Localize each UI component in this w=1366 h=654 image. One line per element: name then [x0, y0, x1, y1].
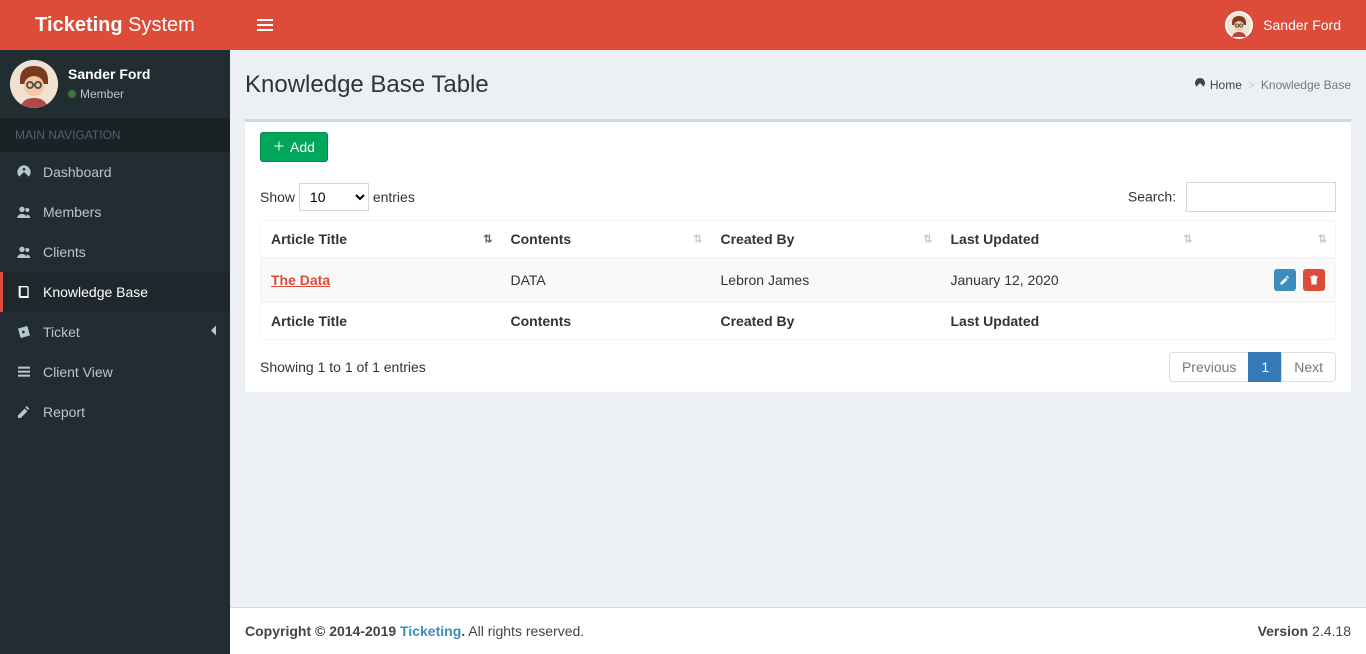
- sidebar-item-members[interactable]: Members: [0, 192, 230, 232]
- cell-contents: DATA: [501, 258, 711, 302]
- col-actions: ⇅: [1201, 221, 1336, 259]
- edit-button[interactable]: [1274, 269, 1296, 291]
- footer-brand-link[interactable]: Ticketing: [400, 623, 461, 639]
- users-icon: [15, 244, 33, 260]
- search-input[interactable]: [1186, 182, 1336, 212]
- avatar-icon: [10, 60, 58, 108]
- avatar-icon: [1225, 11, 1253, 39]
- foot-contents: Contents: [501, 302, 711, 340]
- col-created-by[interactable]: Created By⇅: [711, 221, 941, 259]
- ticket-icon: [15, 324, 33, 340]
- sidebar-item-client-view[interactable]: Client View: [0, 352, 230, 392]
- foot-actions: [1201, 302, 1336, 340]
- book-icon: [15, 284, 33, 300]
- footer-copyright-prefix: Copyright © 2014-2019: [245, 623, 400, 639]
- sort-icon: ⇅: [693, 233, 702, 246]
- user-panel-name: Sander Ford: [68, 66, 150, 83]
- foot-created-by: Created By: [711, 302, 941, 340]
- breadcrumb-home[interactable]: Home: [1194, 77, 1242, 92]
- length-select[interactable]: 10: [299, 183, 369, 211]
- datatable-length: Show 10 entries: [260, 183, 415, 211]
- article-link[interactable]: The Data: [271, 272, 330, 288]
- sidebar-toggle[interactable]: [245, 8, 285, 42]
- pagination-prev[interactable]: Previous: [1169, 352, 1249, 382]
- logo[interactable]: Ticketing System: [0, 0, 230, 50]
- foot-last-updated: Last Updated: [941, 302, 1201, 340]
- foot-article-title: Article Title: [261, 302, 501, 340]
- cell-last-updated: January 12, 2020: [941, 258, 1201, 302]
- sort-icon: ⇅: [483, 233, 492, 246]
- breadcrumb-active: Knowledge Base: [1261, 78, 1351, 92]
- pencil-icon: [1279, 274, 1291, 286]
- logo-light: System: [123, 14, 195, 36]
- col-contents[interactable]: Contents⇅: [501, 221, 711, 259]
- plus-icon: [273, 139, 285, 155]
- pagination: Previous 1 Next: [1170, 352, 1336, 382]
- sidebar-item-label: Members: [43, 204, 101, 220]
- sidebar: Sander Ford Member MAIN NAVIGATION Dashb…: [0, 50, 230, 654]
- delete-button[interactable]: [1303, 269, 1325, 291]
- sort-icon: ⇅: [1318, 233, 1327, 246]
- datatable-search: Search:: [1128, 182, 1336, 212]
- users-icon: [15, 204, 33, 220]
- footer-version-value: 2.4.18: [1308, 623, 1351, 639]
- header-user-name: Sander Ford: [1263, 17, 1341, 33]
- user-panel-status: Member: [68, 87, 150, 101]
- user-panel: Sander Ford Member: [0, 50, 230, 118]
- pagination-page-1[interactable]: 1: [1248, 352, 1282, 382]
- col-last-updated[interactable]: Last Updated⇅: [941, 221, 1201, 259]
- content-box: Add Show 10 entries Search:: [245, 119, 1351, 392]
- col-article-title[interactable]: Article Title⇅: [261, 221, 501, 259]
- table-row: The Data DATA Lebron James January 12, 2…: [261, 258, 1336, 302]
- sidebar-item-ticket[interactable]: Ticket: [0, 312, 230, 352]
- logo-bold: Ticketing: [35, 14, 122, 36]
- sidebar-item-label: Report: [43, 404, 85, 420]
- breadcrumb: Home > Knowledge Base: [1194, 77, 1351, 92]
- sidebar-item-label: Ticket: [43, 324, 80, 340]
- chevron-left-icon: [210, 326, 218, 339]
- footer: Copyright © 2014-2019 Ticketing. All rig…: [230, 607, 1366, 654]
- dashboard-icon: [15, 164, 33, 180]
- sidebar-item-report[interactable]: Report: [0, 392, 230, 432]
- hamburger-icon: [257, 19, 273, 31]
- cell-created-by: Lebron James: [711, 258, 941, 302]
- breadcrumb-separator: >: [1248, 78, 1255, 92]
- footer-rights: All rights reserved.: [468, 623, 584, 639]
- sidebar-item-clients[interactable]: Clients: [0, 232, 230, 272]
- sort-icon: ⇅: [1183, 233, 1192, 246]
- trash-icon: [1308, 274, 1320, 286]
- datatable-info: Showing 1 to 1 of 1 entries: [260, 359, 426, 375]
- add-button[interactable]: Add: [260, 132, 328, 162]
- sidebar-item-label: Dashboard: [43, 164, 112, 180]
- online-dot-icon: [68, 90, 76, 98]
- sidebar-item-label: Client View: [43, 364, 113, 380]
- list-icon: [15, 364, 33, 380]
- sidebar-item-label: Clients: [43, 244, 86, 260]
- sidebar-item-knowledge-base[interactable]: Knowledge Base: [0, 272, 230, 312]
- sidebar-item-label: Knowledge Base: [43, 284, 148, 300]
- sort-icon: ⇅: [923, 233, 932, 246]
- page-title: Knowledge Base Table: [245, 71, 489, 99]
- knowledge-base-table: Article Title⇅ Contents⇅ Created By⇅ Las…: [260, 220, 1336, 340]
- header-user-menu[interactable]: Sander Ford: [1215, 5, 1351, 45]
- edit-icon: [15, 404, 33, 420]
- sidebar-item-dashboard[interactable]: Dashboard: [0, 152, 230, 192]
- add-button-label: Add: [290, 139, 315, 155]
- footer-version-label: Version: [1258, 623, 1309, 639]
- pagination-next[interactable]: Next: [1281, 352, 1336, 382]
- dashboard-icon: [1194, 77, 1206, 92]
- nav-section-header: MAIN NAVIGATION: [0, 118, 230, 152]
